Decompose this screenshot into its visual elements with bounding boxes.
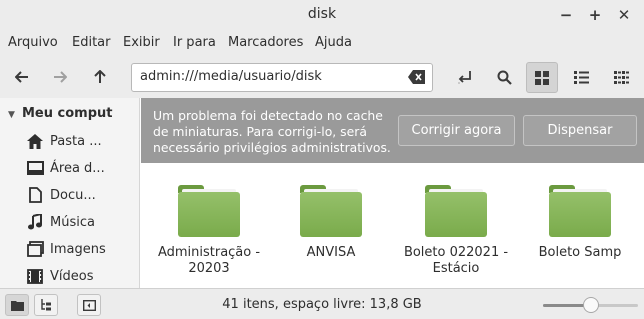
file-name: Boleto Samp <box>538 245 622 260</box>
thumbnail-cache-infobar: Um problema foi detectado no cache de mi… <box>141 98 644 163</box>
list-view-icon[interactable] <box>566 62 596 92</box>
dismiss-button[interactable]: Dispensar <box>523 115 637 146</box>
file-name: ANVISA <box>306 245 356 260</box>
collapse-arrow-icon[interactable]: ▼ <box>8 110 18 120</box>
forward-arrow-icon[interactable] <box>45 62 75 92</box>
icon-view-icon[interactable] <box>526 62 558 93</box>
sidebar-item-pictures[interactable]: Imagens <box>26 238 136 260</box>
title-bar: disk − + ✕ <box>0 0 644 30</box>
file-item[interactable]: Boleto 022021 - Estácio <box>396 185 516 277</box>
location-bar[interactable]: admin:///media/usuario/disk <box>131 63 433 92</box>
menu-arquivo[interactable]: Arquivo <box>8 35 58 50</box>
status-bar: 41 itens, espaço livre: 13,8 GB <box>0 288 644 319</box>
file-name: Administração - 20203 <box>157 245 261 276</box>
sidebar: ▼ Meu comput Pasta ... Área d... Docu... … <box>0 98 140 288</box>
window-title: disk <box>307 6 337 22</box>
desktop-icon <box>26 159 44 177</box>
sidebar-item-label: Vídeos <box>50 268 94 284</box>
menu-ajuda[interactable]: Ajuda <box>315 35 352 50</box>
toggle-location-icon[interactable] <box>450 62 480 92</box>
search-icon[interactable] <box>489 62 519 92</box>
compact-view-icon[interactable] <box>606 62 636 92</box>
clear-location-icon[interactable] <box>408 70 426 86</box>
fix-now-button[interactable]: Corrigir agora <box>398 115 515 146</box>
folder-icon <box>425 185 487 237</box>
up-arrow-icon[interactable] <box>85 62 115 92</box>
menu-ir-para[interactable]: Ir para <box>173 35 216 50</box>
close-icon[interactable]: ✕ <box>612 3 636 27</box>
menu-marcadores[interactable]: Marcadores <box>228 35 303 50</box>
file-view: Administração - 20203 ANVISA Boleto 0220… <box>141 163 644 288</box>
sidebar-item-videos[interactable]: Vídeos <box>26 265 136 287</box>
sidebar-item-label: Docu... <box>50 187 96 203</box>
sidebar-item-label: Pasta ... <box>50 133 102 149</box>
pictures-icon <box>26 240 44 258</box>
menu-exibir[interactable]: Exibir <box>123 35 160 50</box>
videos-icon <box>26 267 44 285</box>
file-item[interactable]: Administração - 20203 <box>149 185 269 277</box>
sidebar-item-label: Música <box>50 214 95 230</box>
sidebar-item-home[interactable]: Pasta ... <box>26 130 136 152</box>
home-icon <box>26 132 44 150</box>
sidebar-header-label: Meu comput <box>22 106 113 121</box>
file-name: Boleto 022021 - Estácio <box>403 245 509 276</box>
documents-icon <box>26 186 44 204</box>
sidebar-item-music[interactable]: Música <box>26 211 136 233</box>
folder-icon <box>549 185 611 237</box>
sidebar-item-desktop[interactable]: Área d... <box>26 157 136 179</box>
sidebar-item-label: Imagens <box>50 241 106 257</box>
zoom-slider[interactable] <box>543 297 638 313</box>
folder-icon <box>300 185 362 237</box>
file-item[interactable]: Boleto Samp <box>520 185 640 261</box>
sidebar-section-header[interactable]: ▼ Meu comput <box>8 106 113 121</box>
back-arrow-icon[interactable] <box>7 62 37 92</box>
zoom-slider-knob[interactable] <box>582 297 599 313</box>
music-icon <box>26 213 44 231</box>
maximize-icon[interactable]: + <box>583 3 607 27</box>
location-path[interactable]: admin:///media/usuario/disk <box>140 69 322 84</box>
folder-icon <box>178 185 240 237</box>
menu-editar[interactable]: Editar <box>72 35 111 50</box>
sidebar-item-label: Área d... <box>50 160 105 176</box>
file-item[interactable]: ANVISA <box>271 185 391 261</box>
menu-bar: Arquivo Editar Exibir Ir para Marcadores… <box>0 30 644 56</box>
minimize-icon[interactable]: − <box>554 3 578 27</box>
sidebar-item-documents[interactable]: Docu... <box>26 184 136 206</box>
infobar-message: Um problema foi detectado no cache de mi… <box>153 108 391 155</box>
